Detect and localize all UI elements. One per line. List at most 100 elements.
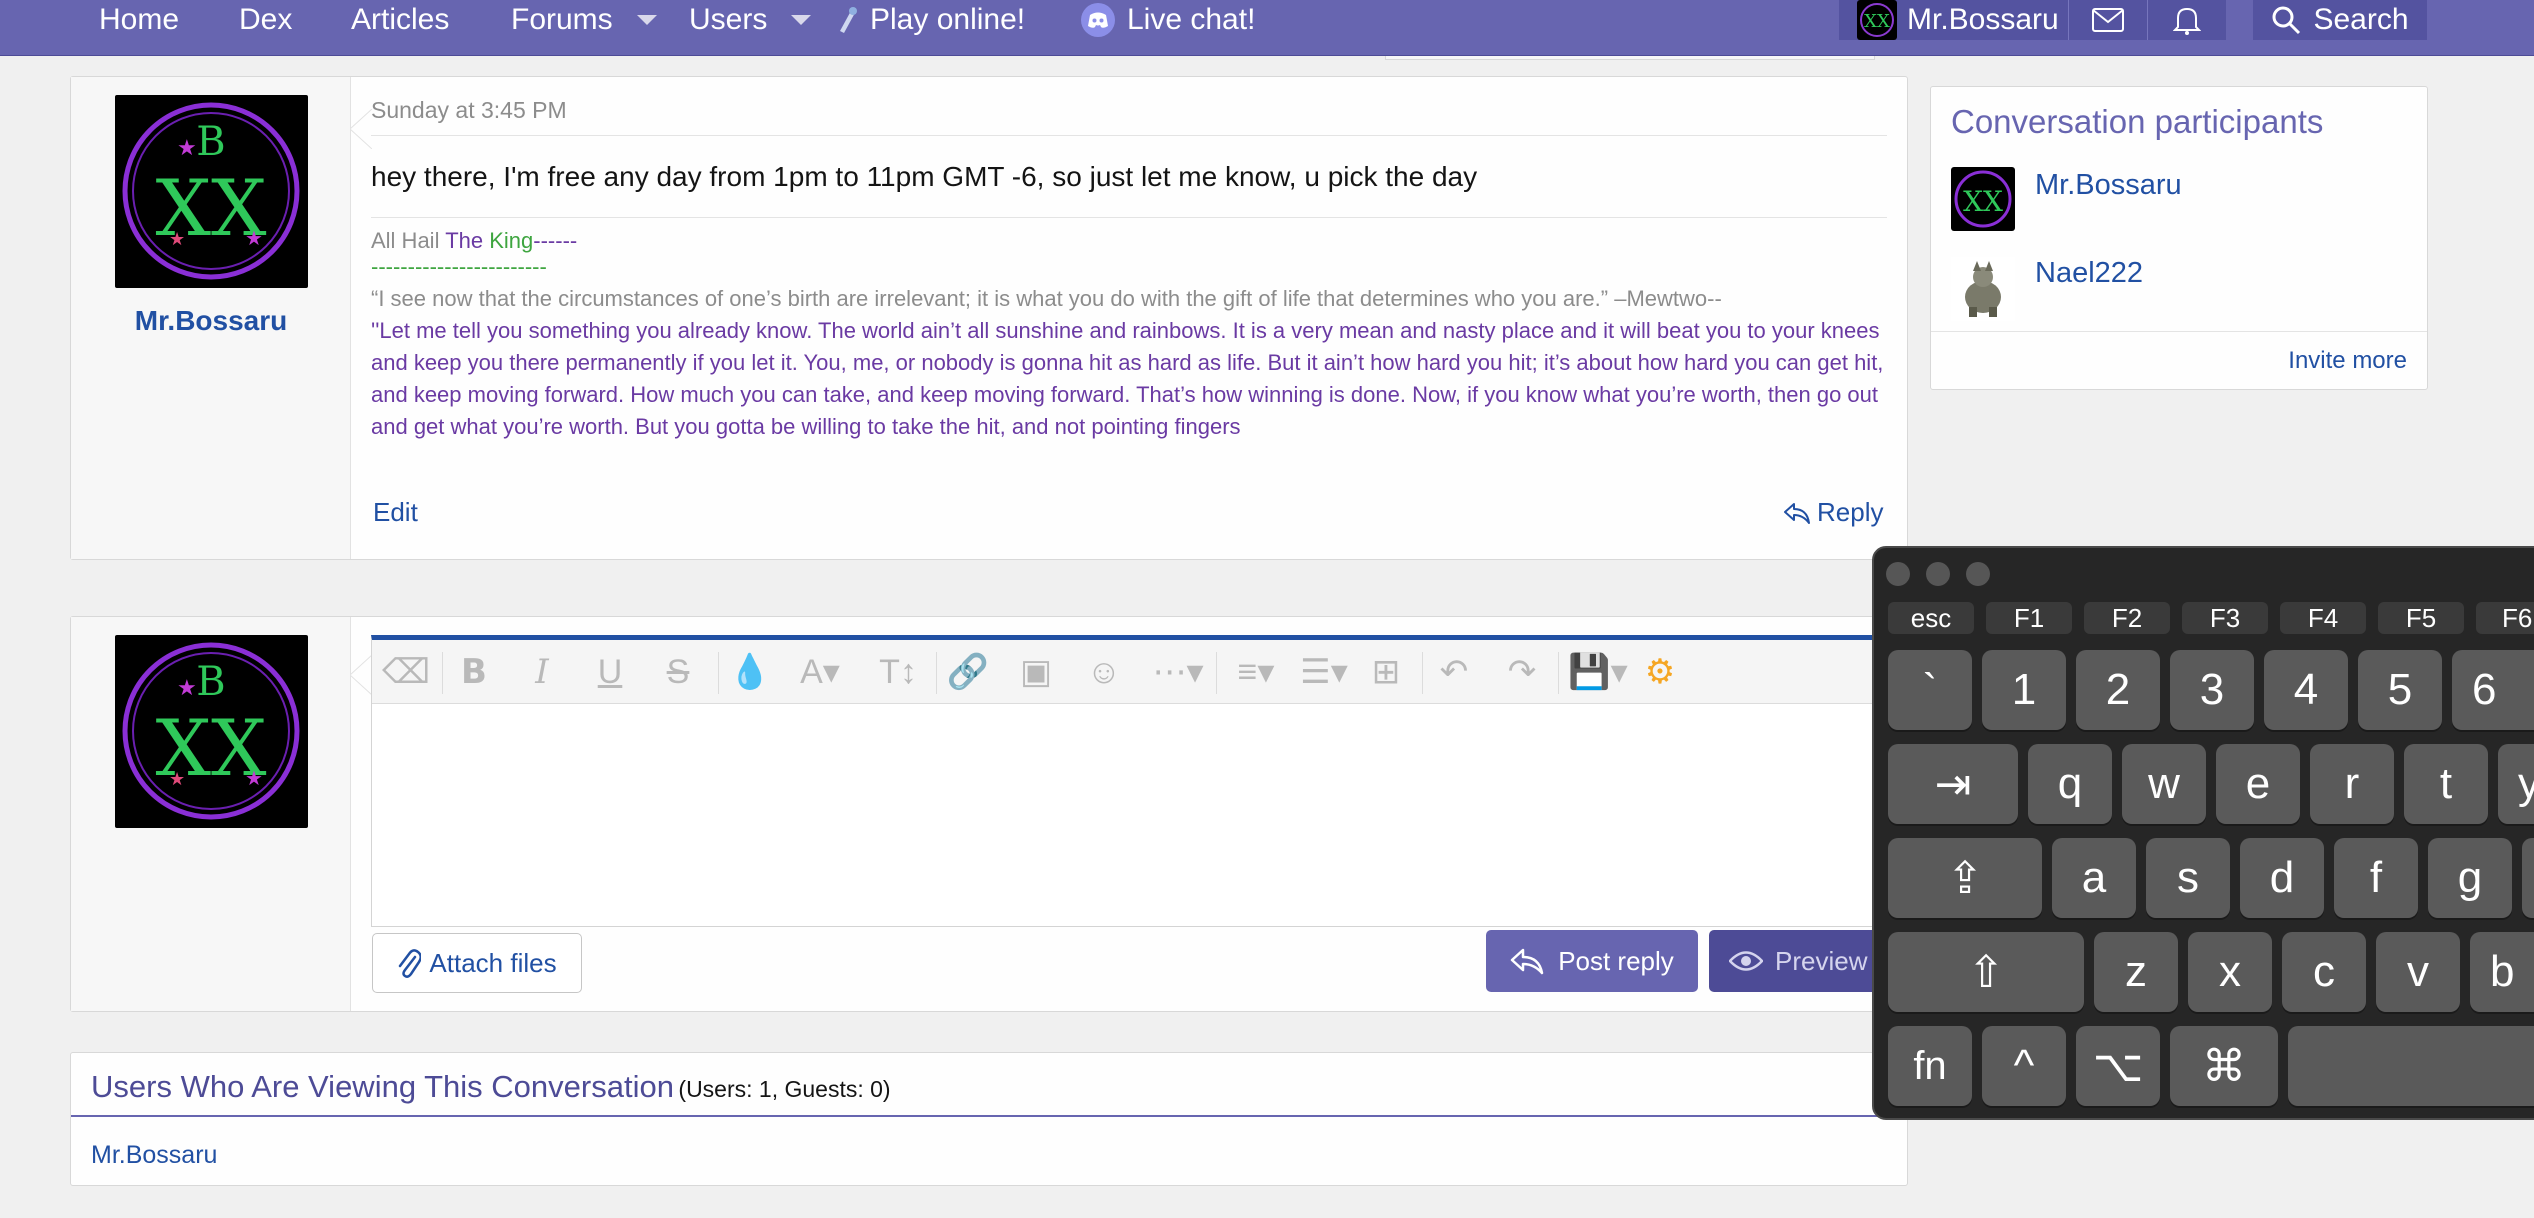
svg-text:★: ★ (169, 229, 185, 249)
avatar[interactable]: XX (1951, 167, 2015, 231)
chevron-down-icon[interactable] (791, 15, 812, 25)
avatar[interactable]: B XX ★ ★ ★ (115, 95, 308, 288)
nav-forums[interactable]: Forums (511, 0, 657, 40)
list-icon[interactable]: ☰▾ (1294, 640, 1354, 704)
divider (936, 652, 937, 694)
key-f2[interactable]: F2 (2084, 602, 2170, 634)
key-3[interactable]: 3 (2170, 650, 2254, 730)
key-1[interactable]: 1 (1982, 650, 2066, 730)
eraser-icon[interactable]: ⌫ (382, 640, 430, 704)
svg-text:B: B (196, 119, 225, 165)
search-button[interactable]: Search (2253, 0, 2427, 40)
text-color-icon[interactable]: 💧 (728, 640, 772, 704)
image-icon[interactable]: ▣ (1014, 640, 1058, 704)
post-reply-button[interactable]: Post reply (1486, 930, 1698, 992)
nav-articles[interactable]: Articles (351, 0, 449, 40)
key-a[interactable]: a (2052, 838, 2136, 918)
key-q[interactable]: q (2028, 744, 2112, 824)
nav-dex[interactable]: Dex (239, 0, 292, 40)
avatar: XX (1857, 0, 1897, 40)
key-f6[interactable]: F6 (2476, 602, 2534, 634)
signature-king: King (489, 228, 534, 253)
underline-icon[interactable]: U (588, 640, 632, 704)
key-command[interactable]: ⌘ (2170, 1026, 2278, 1106)
avatar[interactable] (1951, 257, 2015, 321)
key-fn[interactable]: fn (1888, 1026, 1972, 1106)
key-g[interactable]: g (2428, 838, 2512, 918)
attach-files-button[interactable]: Attach files (372, 933, 582, 993)
key-v[interactable]: v (2376, 932, 2460, 1012)
nav-home[interactable]: Home (99, 0, 179, 40)
smiley-icon[interactable]: ☺ (1082, 640, 1126, 704)
link-icon[interactable]: 🔗 (946, 640, 990, 704)
nav-play-online[interactable]: Play online! (836, 0, 1025, 40)
key-f[interactable]: f (2334, 838, 2418, 918)
undo-icon[interactable]: ↶ (1432, 640, 1476, 704)
key-5[interactable]: 5 (2358, 650, 2442, 730)
nav-live-chat[interactable]: Live chat! (1081, 0, 1255, 40)
inbox-button[interactable] (2069, 0, 2147, 40)
key-b[interactable]: b (2470, 932, 2534, 1012)
editor-text-area[interactable] (372, 704, 1930, 924)
viewing-user-link[interactable]: Mr.Bossaru (91, 1141, 217, 1170)
key-h[interactable]: h (2522, 838, 2534, 918)
key-esc[interactable]: esc (1888, 602, 1974, 634)
italic-icon[interactable]: I (520, 640, 564, 704)
table-icon[interactable]: ⊞ (1364, 640, 1408, 704)
users-viewing-header: Users Who Are Viewing This Conversation … (91, 1069, 891, 1105)
key-option[interactable]: ⌥ (2076, 1026, 2160, 1106)
alerts-button[interactable] (2148, 0, 2226, 40)
reply-user-cell: B XX ★ ★ ★ (71, 617, 351, 1011)
font-family-icon[interactable]: A▾ (798, 640, 842, 704)
key-backtick[interactable]: ` (1888, 650, 1972, 730)
key-z[interactable]: z (2094, 932, 2178, 1012)
gear-icon[interactable]: ⚙ (1638, 640, 1682, 704)
more-options-icon[interactable]: ⋯▾ (1148, 640, 1208, 704)
key-2[interactable]: 2 (2076, 650, 2160, 730)
align-icon[interactable]: ≡▾ (1226, 640, 1286, 704)
key-4[interactable]: 4 (2264, 650, 2348, 730)
key-c[interactable]: c (2282, 932, 2366, 1012)
message-date[interactable]: Sunday at 3:45 PM (371, 97, 567, 124)
account-name: Mr.Bossaru (1907, 3, 2059, 36)
participant-link[interactable]: Nael222 (2035, 257, 2143, 290)
key-y[interactable]: y (2498, 744, 2534, 824)
key-w[interactable]: w (2122, 744, 2206, 824)
close-window-button[interactable] (1886, 562, 1910, 586)
key-e[interactable]: e (2216, 744, 2300, 824)
participant-link[interactable]: Mr.Bossaru (2035, 169, 2182, 202)
key-r[interactable]: r (2310, 744, 2394, 824)
author-username[interactable]: Mr.Bossaru (71, 305, 351, 337)
key-s[interactable]: s (2146, 838, 2230, 918)
account-menu[interactable]: XX Mr.Bossaru (1839, 0, 2068, 40)
key-f3[interactable]: F3 (2182, 602, 2268, 634)
key-f1[interactable]: F1 (1986, 602, 2072, 634)
divider (1216, 652, 1217, 694)
invite-more-link[interactable]: Invite more (2288, 347, 2407, 375)
strikethrough-icon[interactable]: S (656, 640, 700, 704)
key-d[interactable]: d (2240, 838, 2324, 918)
key-x[interactable]: x (2188, 932, 2272, 1012)
redo-icon[interactable]: ↷ (1500, 640, 1544, 704)
reply-link[interactable]: Reply (1783, 497, 1883, 528)
signature-quote-rocky: ''Let me tell you something you already … (371, 318, 1884, 439)
nav-users[interactable]: Users (689, 0, 812, 40)
bold-icon[interactable]: B (452, 640, 496, 704)
key-tab[interactable]: ⇥ (1888, 744, 2018, 824)
key-f5[interactable]: F5 (2378, 602, 2464, 634)
key-f4[interactable]: F4 (2280, 602, 2366, 634)
key-shift[interactable]: ⇧ (1888, 932, 2084, 1012)
key-control[interactable]: ^ (1982, 1026, 2066, 1106)
edit-link[interactable]: Edit (373, 497, 418, 528)
key-t[interactable]: t (2404, 744, 2488, 824)
key-space[interactable] (2288, 1026, 2534, 1106)
minimize-window-button[interactable] (1926, 562, 1950, 586)
font-size-icon[interactable]: T↕ (868, 640, 928, 704)
key-6[interactable]: 6 (2452, 650, 2534, 730)
message-arrow (350, 655, 372, 695)
search-icon (2272, 6, 2301, 35)
chevron-down-icon[interactable] (636, 15, 657, 25)
zoom-window-button[interactable] (1966, 562, 1990, 586)
drafts-icon[interactable]: 💾▾ (1568, 640, 1628, 704)
key-caps-lock[interactable]: ⇪ (1888, 838, 2042, 918)
